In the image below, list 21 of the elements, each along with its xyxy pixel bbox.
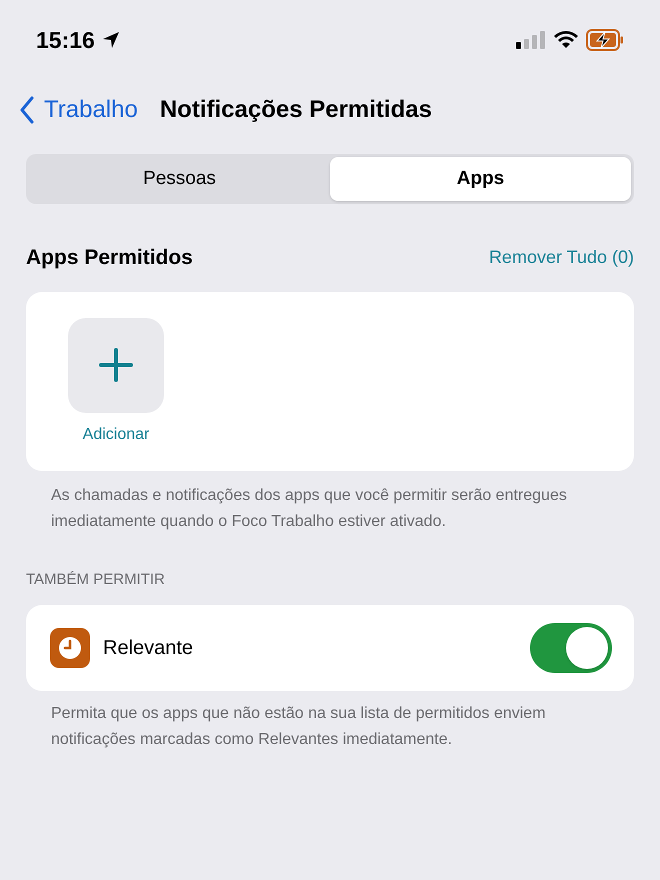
segment-tab[interactable]: Apps: [330, 157, 631, 201]
back-button[interactable]: Trabalho: [20, 92, 138, 128]
back-chevron-icon: [20, 96, 34, 124]
toggle-switch[interactable]: [530, 623, 612, 673]
plus-icon: [99, 348, 133, 382]
wifi-icon: [554, 31, 578, 49]
location-arrow-icon: [100, 30, 121, 50]
section-footer: As chamadas e notificações dos apps que você permitir serão entregues imediatamente quando o Foco Trabalho estiver ativado.: [51, 482, 609, 534]
add-label: Adicionar: [82, 424, 150, 444]
remove-all-link[interactable]: Remover Tudo (0): [488, 244, 634, 272]
section-footer: Permita que os apps que não estão na sua lista de permitidos enviem notificações marcadas como Relevantes imediatamente.: [51, 701, 609, 753]
add-app-button[interactable]: [68, 318, 164, 412]
status-time: 15:16: [36, 26, 95, 55]
page-title: Notificações Permitidas: [160, 95, 432, 125]
segment-tab[interactable]: Pessoas: [29, 157, 330, 201]
section-title: Apps Permitidos: [26, 245, 193, 271]
signal-icon: [516, 31, 546, 49]
clock-icon: [50, 628, 90, 668]
battery-icon: [586, 29, 624, 51]
section-header: TAMBÉM PERMITIR: [26, 570, 166, 590]
row-label: Relevante: [103, 636, 194, 661]
